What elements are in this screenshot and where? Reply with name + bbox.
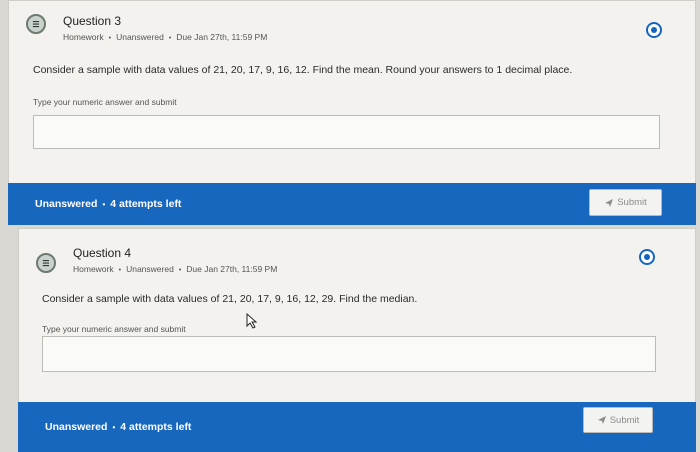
- mouse-cursor-icon: [246, 313, 258, 329]
- send-icon: [605, 198, 614, 207]
- submit-label: Submit: [609, 414, 640, 426]
- question-title: Question 4: [73, 246, 132, 260]
- question-prompt: Consider a sample with data values of 21…: [42, 293, 418, 305]
- attempts-status: Unanswered • 4 attempts left: [45, 421, 192, 433]
- answer-input[interactable]: [42, 336, 656, 372]
- meta-due: Due Jan 27th, 11:59 PM: [186, 264, 278, 274]
- attempts-status: Unanswered • 4 attempts left: [35, 198, 182, 210]
- status-circle-icon: [646, 22, 662, 38]
- question-card: ☰ Question 3 Homework • Unanswered • Due Jan…: [8, 0, 696, 225]
- question-meta: Homework • Unanswered • Due Jan 27th, 11:59 …: [63, 32, 268, 42]
- footer-status: Unanswered: [45, 421, 108, 433]
- submit-label: Submit: [617, 197, 647, 208]
- meta-due: Due Jan 27th, 11:59 PM: [176, 32, 268, 42]
- list-icon: ☰: [36, 253, 56, 273]
- meta-status: Unanswered: [126, 264, 174, 274]
- question-prompt: Consider a sample with data values of 21…: [33, 64, 573, 76]
- footer-status: Unanswered: [35, 198, 98, 210]
- submit-button[interactable]: Submit: [589, 189, 662, 216]
- status-circle-icon: [639, 249, 655, 265]
- footer-attempts: 4 attempts left: [110, 198, 182, 210]
- meta-type: Homework: [73, 264, 114, 274]
- list-icon: ☰: [26, 14, 46, 34]
- question-title: Question 3: [63, 14, 122, 28]
- answer-hint: Type your numeric answer and submit: [33, 97, 177, 107]
- meta-type: Homework: [63, 32, 104, 42]
- answer-input[interactable]: [33, 115, 660, 149]
- question-meta: Homework • Unanswered • Due Jan 27th, 11:59 …: [73, 264, 278, 274]
- meta-status: Unanswered: [116, 32, 164, 42]
- send-icon: [597, 416, 606, 424]
- footer-attempts: 4 attempts left: [120, 421, 192, 433]
- submit-button[interactable]: Submit: [583, 407, 653, 433]
- question-card: ☰ Question 4 Homework • Unanswered • Due Jan…: [18, 228, 696, 452]
- answer-hint: Type your numeric answer and submit: [42, 324, 186, 334]
